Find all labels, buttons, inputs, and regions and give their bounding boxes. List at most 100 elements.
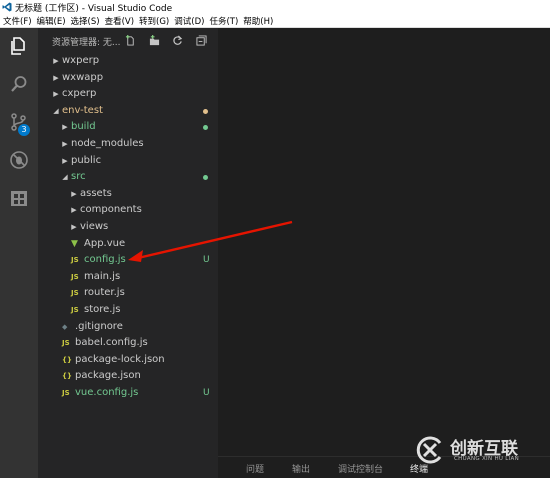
menu-tasks[interactable]: 任务(T) — [206, 15, 240, 27]
files-icon — [11, 37, 25, 55]
tree-item-label: src — [71, 171, 86, 183]
tree-item-label: vue.config.js — [75, 386, 139, 398]
js-file-icon: JS — [62, 339, 70, 348]
explorer-title: 资源管理器: 无... — [52, 38, 121, 48]
menu-view[interactable]: 查看(V) — [102, 15, 136, 27]
tree-folder-row[interactable]: ▶ public — [38, 153, 218, 170]
chevron-down-icon[interactable]: ◢ — [52, 103, 60, 120]
tab-output[interactable]: 输出 — [292, 462, 310, 475]
chevron-right-icon[interactable]: ▶ — [70, 202, 78, 219]
chevron-down-icon[interactable]: ◢ — [61, 169, 69, 186]
file-tree: ▶ wxperp ▶ wxwapp ▶ cxperp ◢ env-test ▶ build ▶ nod… — [38, 53, 218, 401]
tree-file-row[interactable]: JS babel.config.js — [38, 335, 218, 352]
tab-problems[interactable]: 问题 — [246, 462, 264, 475]
watermark-logo-icon — [416, 436, 442, 464]
title-bar: 无标题 (工作区) - Visual Studio Code — [0, 0, 550, 14]
js-file-icon: JS — [62, 388, 70, 397]
chevron-right-icon[interactable]: ▶ — [70, 219, 78, 236]
menu-debug[interactable]: 调试(D) — [171, 15, 206, 27]
tree-folder-row[interactable]: ▶ wxperp — [38, 53, 218, 70]
new-file-button[interactable] — [124, 34, 136, 46]
tree-folder-row[interactable]: ▶ assets — [38, 186, 218, 203]
tree-item-label: env-test — [62, 104, 103, 116]
debug-icon — [10, 151, 28, 169]
tree-file-row[interactable]: JS vue.config.js U — [38, 385, 218, 402]
git-file-icon: ◆ — [62, 322, 68, 331]
new-file-icon — [125, 34, 134, 46]
tree-folder-row[interactable]: ▶ node_modules — [38, 136, 218, 153]
tree-file-row[interactable]: ▼ App.vue — [38, 236, 218, 253]
tree-item-label: config.js — [84, 254, 126, 266]
json-file-icon: {} — [62, 355, 72, 364]
tree-folder-row[interactable]: ▶ build — [38, 119, 218, 136]
tree-item-label: node_modules — [71, 137, 144, 149]
tree-file-row[interactable]: JS store.js — [38, 302, 218, 319]
explorer-header: 资源管理器: 无... — [38, 28, 218, 52]
tree-file-row[interactable]: ◆ .gitignore — [38, 319, 218, 336]
debug-activity[interactable] — [0, 142, 38, 178]
tree-folder-row[interactable]: ◢ src — [38, 169, 218, 186]
tree-folder-row[interactable]: ▶ wxwapp — [38, 70, 218, 87]
tree-folder-row[interactable]: ▶ views — [38, 219, 218, 236]
tree-file-row[interactable]: JS config.js U — [38, 252, 218, 269]
watermark: 创新互联 CHUANG XIN HU LIAN — [412, 432, 550, 472]
tree-item-label: store.js — [84, 303, 121, 315]
tree-item-label: router.js — [84, 287, 125, 299]
tree-item-label: cxperp — [62, 88, 97, 100]
window-title: 无标题 (工作区) - Visual Studio Code — [15, 3, 173, 14]
tree-item-label: babel.config.js — [75, 337, 148, 349]
editor-area[interactable] — [218, 28, 550, 456]
explorer-sidebar: 资源管理器: 无... ▶ wxperp ▶ wxwapp ▶ cxperp ◢… — [38, 28, 218, 478]
menu-selection[interactable]: 选择(S) — [68, 15, 102, 27]
chevron-right-icon[interactable]: ▶ — [52, 86, 60, 103]
js-file-icon: JS — [71, 272, 79, 281]
chevron-right-icon[interactable]: ▶ — [70, 186, 78, 203]
tree-item-label: views — [80, 220, 109, 232]
refresh-button[interactable] — [171, 34, 183, 46]
scm-badge: 3 — [18, 124, 30, 136]
js-file-icon: JS — [71, 305, 79, 314]
refresh-icon — [172, 35, 182, 45]
change-indicator-dot — [203, 108, 208, 114]
js-file-icon: JS — [71, 289, 79, 298]
tree-item-label: wxperp — [62, 55, 100, 66]
tree-folder-row[interactable]: ▶ components — [38, 202, 218, 219]
tree-item-label: assets — [80, 187, 112, 199]
change-indicator-dot — [203, 125, 208, 131]
tree-item-label: wxwapp — [62, 71, 104, 83]
vscode-logo-icon — [2, 2, 12, 12]
explorer-activity[interactable] — [0, 28, 38, 64]
tree-file-row[interactable]: {} package-lock.json — [38, 352, 218, 369]
tree-folder-row[interactable]: ▶ cxperp — [38, 86, 218, 103]
tree-item-label: App.vue — [84, 237, 126, 249]
tree-item-label: public — [71, 154, 102, 166]
menu-edit[interactable]: 编辑(E) — [34, 15, 68, 27]
chevron-right-icon[interactable]: ▶ — [61, 136, 69, 153]
tree-folder-row[interactable]: ◢ env-test — [38, 103, 218, 120]
chevron-right-icon[interactable]: ▶ — [52, 70, 60, 87]
source-control-activity[interactable]: 3 — [0, 104, 38, 140]
search-activity[interactable] — [0, 66, 38, 102]
chevron-right-icon[interactable]: ▶ — [61, 153, 69, 170]
extensions-activity[interactable] — [0, 180, 38, 216]
chevron-right-icon[interactable]: ▶ — [52, 53, 60, 70]
watermark-sub-text: CHUANG XIN HU LIAN — [454, 456, 520, 462]
change-indicator-dot — [203, 175, 208, 181]
tree-file-row[interactable]: {} package.json — [38, 368, 218, 385]
search-icon — [11, 76, 27, 92]
menu-file[interactable]: 文件(F) — [0, 15, 34, 27]
chevron-right-icon[interactable]: ▶ — [61, 119, 69, 136]
new-folder-button[interactable] — [148, 34, 160, 46]
menu-help[interactable]: 帮助(H) — [240, 15, 275, 27]
collapse-all-button[interactable] — [195, 34, 207, 46]
tree-item-label: package.json — [75, 370, 141, 382]
tree-item-label: build — [71, 121, 96, 133]
tree-item-label: main.js — [84, 270, 121, 282]
tree-file-row[interactable]: JS main.js — [38, 269, 218, 286]
tree-file-row[interactable]: JS router.js — [38, 285, 218, 302]
new-folder-icon — [149, 34, 159, 45]
tree-item-label: .gitignore — [75, 320, 123, 332]
tab-debug-console[interactable]: 调试控制台 — [338, 462, 383, 475]
tree-item-label: package-lock.json — [75, 353, 165, 365]
menu-go[interactable]: 转到(G) — [136, 15, 171, 27]
